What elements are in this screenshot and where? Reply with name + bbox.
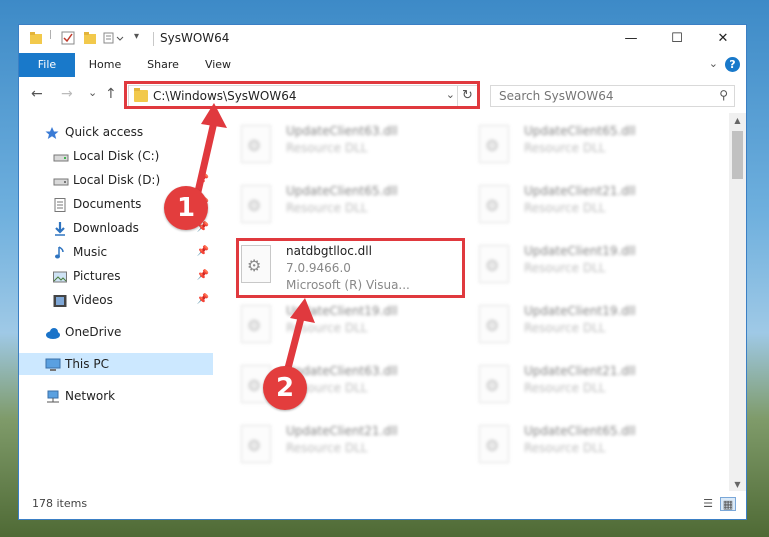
arrow-1-shaft bbox=[193, 118, 218, 200]
step-2-badge: 2 bbox=[263, 366, 307, 410]
annotation-arrows bbox=[193, 103, 315, 376]
arrow-2-shaft bbox=[283, 314, 305, 376]
arrow-1-head bbox=[201, 103, 227, 128]
arrow-2-head bbox=[290, 298, 315, 323]
step-1-badge: 1 bbox=[164, 186, 208, 230]
